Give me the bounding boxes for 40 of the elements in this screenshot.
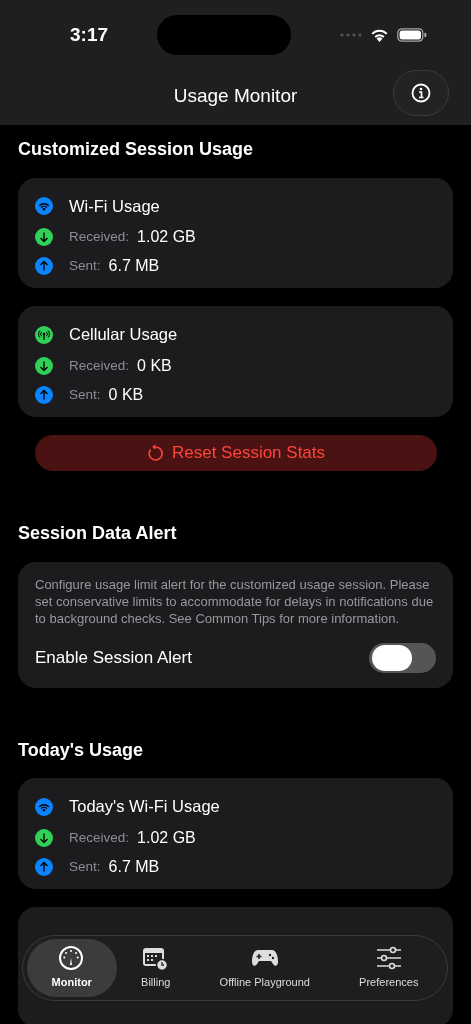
- card-title: Cellular Usage: [69, 324, 178, 346]
- stat-value: 1.02 GB: [137, 227, 196, 248]
- stat-value: 1.02 GB: [137, 828, 196, 849]
- stat-label: Received:: [69, 828, 130, 847]
- info-button[interactable]: [393, 70, 449, 116]
- stat-label: Sent:: [69, 257, 101, 276]
- wifi-icon: [370, 28, 389, 42]
- stat-label: Received:: [69, 228, 130, 247]
- reset-button[interactable]: Reset Session Stats: [35, 435, 437, 472]
- calendar-clock-icon: [141, 945, 170, 972]
- alert-toggle[interactable]: [369, 642, 436, 673]
- toggle-label: Enable Session Alert: [35, 646, 192, 669]
- section-heading: Customized Session Usage: [18, 138, 255, 161]
- tab-item[interactable]: Preferences: [334, 939, 443, 997]
- section-heading: Session Data Alert: [18, 522, 178, 546]
- stat-value: 0 KB: [137, 356, 172, 377]
- stat-value: 6.7 MB: [108, 256, 160, 277]
- tab-item[interactable]: Billing: [116, 939, 196, 997]
- alert-description: Configure usage limit alert for the customized usage session. Please set conservative limits to accommodate for delays in notifications due to background checks. See Common Tips for more information.: [35, 575, 435, 627]
- stat-label: Sent:: [69, 857, 101, 876]
- wifi-icon: [35, 797, 53, 816]
- tab-item[interactable]: Monitor: [27, 939, 117, 997]
- card-title: Today's Wi-Fi Usage: [69, 796, 220, 818]
- antenna-icon: [35, 325, 53, 344]
- stat-value: 6.7 MB: [108, 857, 160, 878]
- wifi-icon: [35, 196, 53, 215]
- stat-label: Received:: [69, 356, 130, 375]
- info-icon: [411, 83, 431, 103]
- tab-item[interactable]: Offline Playground: [195, 939, 335, 997]
- reset-icon: [146, 444, 164, 463]
- stat-value: 0 KB: [108, 385, 144, 406]
- screen-title: Usage Monitor: [173, 84, 298, 108]
- status-time: 3:17: [70, 22, 109, 47]
- signal-icon: [340, 33, 362, 37]
- sliders-icon: [374, 945, 403, 972]
- stat-label: Sent:: [69, 385, 101, 404]
- gauge-icon: [57, 945, 86, 972]
- card-title: Wi-Fi Usage: [69, 195, 160, 217]
- battery-icon: [397, 28, 427, 42]
- section-heading: Today's Usage: [18, 738, 144, 762]
